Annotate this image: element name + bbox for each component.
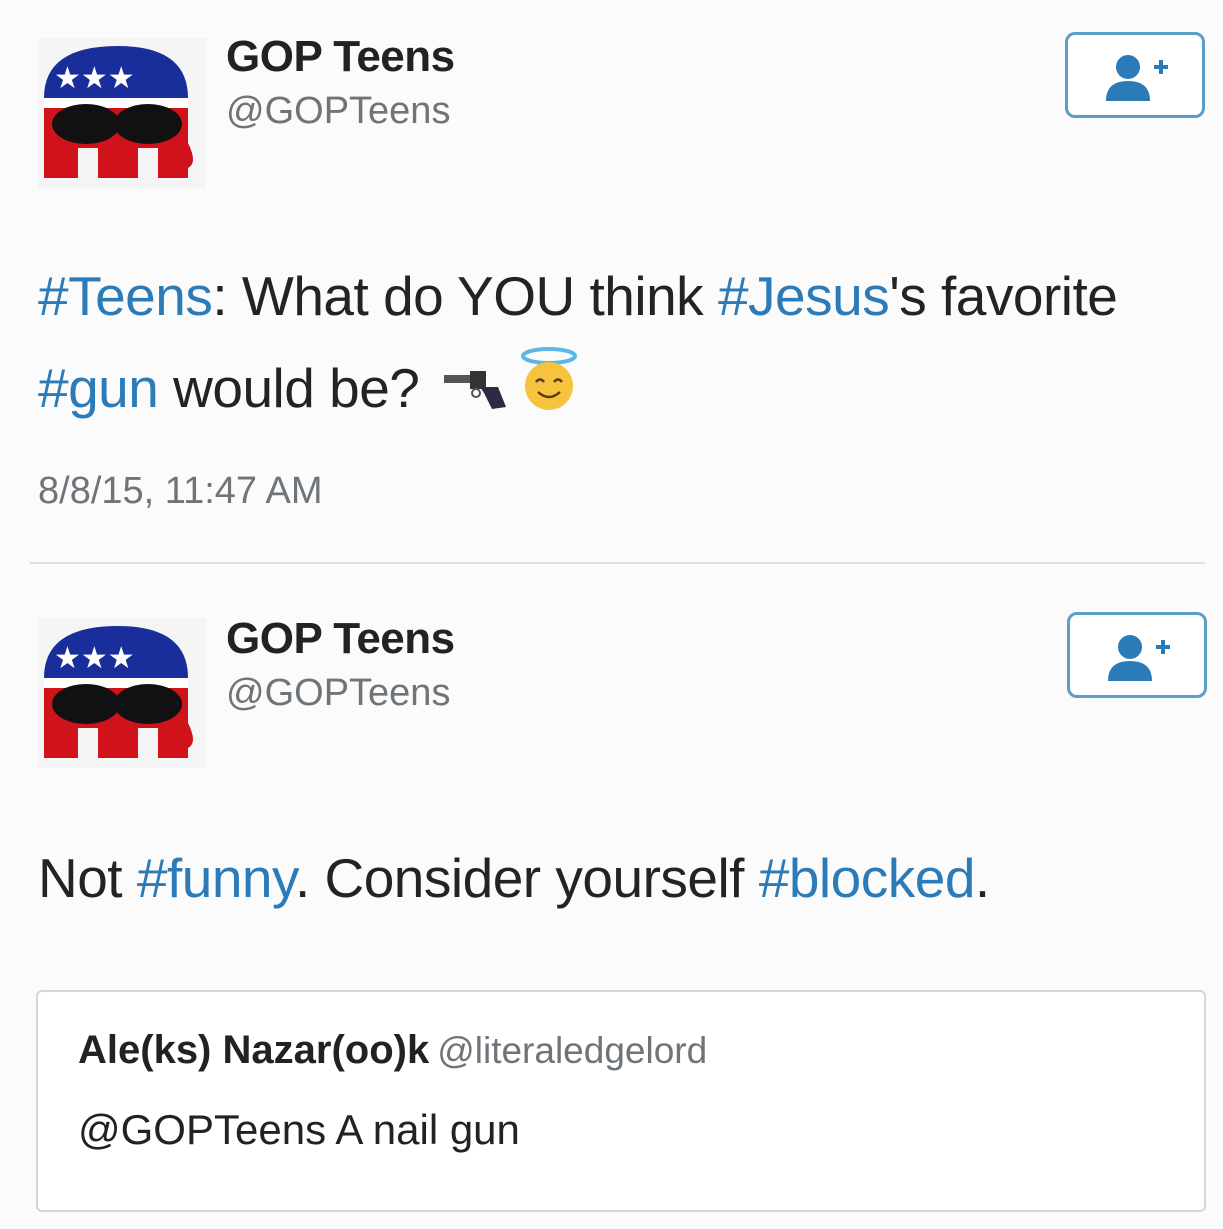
- add-user-icon: [1108, 635, 1170, 681]
- tweet-text: Not #funny. Consider yourself #blocked.: [38, 832, 1188, 924]
- add-user-icon: [1106, 55, 1168, 101]
- tweet-text-segment: Not: [38, 847, 137, 909]
- hashtag-funny[interactable]: #funny: [137, 847, 296, 909]
- gop-elephant-avatar[interactable]: ★★★: [38, 618, 206, 768]
- hashtag-jesus[interactable]: #Jesus: [718, 265, 890, 327]
- tweet-text-segment: : What do YOU think: [212, 265, 718, 327]
- tweet-timestamp[interactable]: 8/8/15, 11:47 AM: [38, 470, 323, 513]
- quoted-author[interactable]: Ale(ks) Nazar(oo)k @literaledgelord: [78, 1028, 707, 1073]
- smiling-face-with-halo-icon: [516, 346, 582, 439]
- svg-text:★★★: ★★★: [54, 61, 135, 96]
- author-name[interactable]: GOP Teens: [226, 32, 455, 82]
- author-handle[interactable]: @GOPTeens: [226, 672, 450, 715]
- follow-button[interactable]: [1067, 612, 1207, 698]
- gop-elephant-avatar[interactable]: ★★★: [38, 38, 206, 188]
- tweet-text-segment: 's favorite: [889, 265, 1118, 327]
- tweet-text-segment: . Consider yourself: [294, 847, 759, 909]
- svg-text:★★★: ★★★: [54, 641, 135, 676]
- tweet-original: ★★★ GOP Teens @GOPTeens #Teens: What do …: [0, 0, 1223, 560]
- author-handle[interactable]: @GOPTeens: [226, 90, 450, 133]
- quoted-author-handle[interactable]: @literaledgelord: [437, 1030, 707, 1071]
- hashtag-teens[interactable]: #Teens: [38, 265, 213, 327]
- pistol-icon: [440, 346, 510, 438]
- hashtag-gun[interactable]: #gun: [38, 357, 159, 419]
- quoted-author-name[interactable]: Ale(ks) Nazar(oo)k: [78, 1028, 429, 1072]
- author-name[interactable]: GOP Teens: [226, 614, 455, 664]
- divider: [30, 562, 1205, 564]
- tweet-text-segment: .: [974, 847, 990, 909]
- quoted-tweet[interactable]: Ale(ks) Nazar(oo)k @literaledgelord @GOPT…: [36, 990, 1206, 1212]
- hashtag-blocked[interactable]: #blocked: [759, 847, 976, 909]
- tweet-text: #Teens: What do YOU think #Jesus's favor…: [38, 250, 1188, 439]
- quoted-tweet-text: @GOPTeens A nail gun: [78, 1106, 520, 1153]
- tweet-text-segment: would be?: [158, 357, 420, 419]
- tweet-reply: ★★★ GOP Teens @GOPTeens Not #funny. Cons…: [0, 580, 1223, 1229]
- follow-button[interactable]: [1065, 32, 1205, 118]
